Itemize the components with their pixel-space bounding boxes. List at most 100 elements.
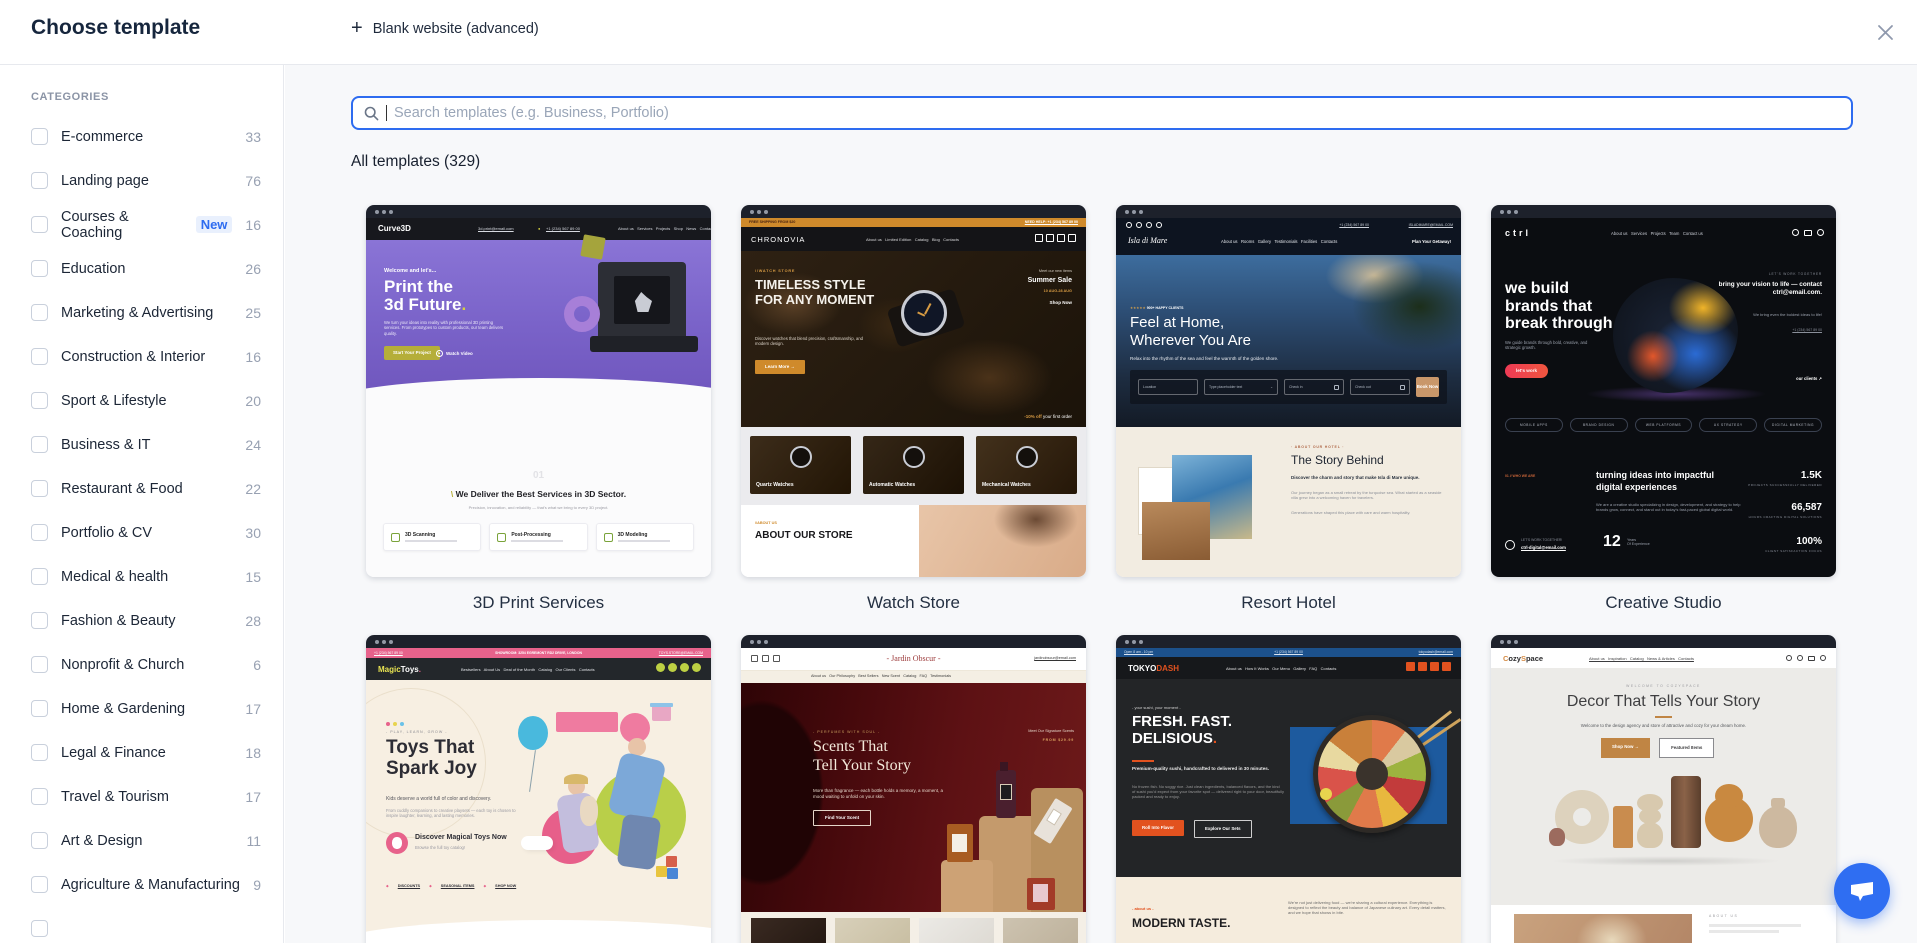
vase-shadow — [1551, 856, 1781, 866]
find-your-scent-button: Find Your Scent — [813, 810, 871, 826]
close-button[interactable] — [1871, 18, 1899, 46]
template-card-resort-hotel[interactable]: +1 (234) 567 89 00 ISLADIMARE@EMAIL.COM … — [1116, 205, 1461, 577]
template-card-magictoys[interactable]: +1 (234) 567 89 00 SHOWROOM: 3254 EGREMO… — [366, 635, 711, 943]
cylinder-vase — [1613, 806, 1633, 848]
checkbox[interactable] — [31, 216, 48, 233]
checkbox[interactable] — [31, 436, 48, 453]
sidebar-item-portfolio[interactable]: Portfolio & CV30 — [31, 524, 261, 541]
sidebar-item-sport[interactable]: Sport & Lifestyle20 — [31, 392, 261, 409]
sidebar-item-medical[interactable]: Medical & health15 — [31, 568, 261, 585]
templates-panel: Search templates (e.g. Business, Portfol… — [285, 65, 1917, 943]
chat-bubble-icon — [1848, 878, 1876, 904]
checkbox[interactable] — [31, 876, 48, 893]
sidebar-item-landing-page[interactable]: Landing page76 — [31, 172, 261, 189]
search-icon — [364, 106, 379, 121]
checkbox[interactable] — [31, 128, 48, 145]
template-card-watch-store[interactable]: FREE SHIPPING FROM $20 NEED HELP: +1 (23… — [741, 205, 1086, 577]
youtube-icon — [1430, 662, 1439, 671]
checkbox[interactable] — [31, 656, 48, 673]
search-input[interactable]: Search templates (e.g. Business, Portfol… — [351, 96, 1853, 130]
browser-bar — [1491, 205, 1836, 218]
youtube-icon — [1156, 222, 1162, 228]
type-dropdown: Type placeholder text⌄ — [1204, 379, 1278, 395]
sidebar-item-ecommerce[interactable]: E-commerce33 — [31, 128, 261, 145]
categories-heading: CATEGORIES — [31, 91, 261, 103]
browser-bar — [1491, 635, 1836, 648]
browser-bar — [1116, 205, 1461, 218]
pill-tag: UX STRATEGY — [1699, 418, 1757, 432]
browser-bar — [741, 635, 1086, 648]
sidebar-item-restaurant[interactable]: Restaurant & Food22 — [31, 480, 261, 497]
small-glossy-vase — [1549, 828, 1565, 846]
sidebar-item-legal[interactable]: Legal & Finance18 — [31, 744, 261, 761]
sidebar-item-art-design[interactable]: Art & Design11 — [31, 832, 261, 849]
sidebar-item-education[interactable]: Education26 — [31, 260, 261, 277]
twitter-icon — [1442, 662, 1451, 671]
facebook-icon — [1406, 662, 1415, 671]
toy-cta-icon — [386, 832, 408, 854]
product-thumb — [835, 918, 910, 943]
sidebar-item-construction[interactable]: Construction & Interior16 — [31, 348, 261, 365]
twitter-icon — [1136, 222, 1142, 228]
instagram-icon — [1797, 655, 1803, 661]
calendar-icon — [1400, 385, 1405, 390]
sidebar-item-nonprofit[interactable]: Nonprofit & Church6 — [31, 656, 261, 673]
checkbox[interactable] — [31, 480, 48, 497]
checkbox[interactable] — [31, 744, 48, 761]
product-thumb — [1003, 918, 1078, 943]
product-thumb — [751, 918, 826, 943]
search-placeholder: Search templates (e.g. Business, Portfol… — [394, 105, 669, 121]
checkbox[interactable] — [31, 524, 48, 541]
product-thumb — [919, 918, 994, 943]
template-card-3d-print-services[interactable]: Curve3D 3d.print@email.com ● +1 (234) 56… — [366, 205, 711, 577]
start-project-button: Start Your Project — [384, 346, 440, 360]
plus-icon: + — [351, 18, 363, 38]
calendar-icon — [1334, 385, 1339, 390]
checkbox[interactable] — [31, 832, 48, 849]
checkin-field: Check in — [1284, 379, 1344, 395]
checkout-field: Check out — [1350, 379, 1410, 395]
sidebar-item-partial[interactable] — [31, 920, 261, 937]
facebook-icon — [656, 663, 665, 672]
choose-template-dialog: { "window": { "title": "Choose template"… — [0, 0, 1917, 943]
sidebar-item-business-it[interactable]: Business & IT24 — [31, 436, 261, 453]
checkbox[interactable] — [31, 392, 48, 409]
blank-website-button[interactable]: + Blank website (advanced) — [351, 20, 539, 38]
checkbox[interactable] — [31, 612, 48, 629]
lets-work-button: let's work — [1505, 364, 1548, 378]
checkbox[interactable] — [31, 920, 48, 937]
checkbox[interactable] — [31, 700, 48, 717]
template-card-tokyodash[interactable]: Open 8 am - 10 pm +1 (234) 567 89 00 tok… — [1116, 635, 1461, 943]
template-card-cozyspace[interactable]: CozySpace About us Inspiration Catalog N… — [1491, 635, 1836, 943]
checkbox[interactable] — [31, 172, 48, 189]
checkbox[interactable] — [31, 260, 48, 277]
instagram-icon — [668, 663, 677, 672]
sidebar-item-travel[interactable]: Travel & Tourism17 — [31, 788, 261, 805]
toy-block — [656, 866, 667, 877]
sidebar-item-marketing[interactable]: Marketing & Advertising25 — [31, 304, 261, 321]
template-card-creative-studio[interactable]: ctrl About us Services Projects Team Con… — [1491, 205, 1836, 577]
browser-bar — [366, 205, 711, 218]
template-card-jardin-obscur[interactable]: - Jardin Obscur - jardinobscur@email.com… — [741, 635, 1086, 943]
template-grid: Curve3D 3d.print@email.com ● +1 (234) 56… — [366, 205, 1836, 943]
category-tile: Automatic Watches — [863, 436, 964, 494]
plush-bunny — [580, 796, 598, 826]
sidebar-item-agriculture[interactable]: Agriculture & Manufacturing9 — [31, 876, 261, 893]
pedestal — [941, 860, 993, 912]
sidebar-item-courses-coaching[interactable]: Courses & CoachingNew16 — [31, 216, 261, 233]
chevron-down-icon: ⌄ — [1270, 385, 1273, 389]
browser-bar — [741, 205, 1086, 218]
checkbox[interactable] — [31, 568, 48, 585]
sidebar-item-fashion[interactable]: Fashion & Beauty28 — [31, 612, 261, 629]
checkbox[interactable] — [31, 348, 48, 365]
sidebar-item-home-gardening[interactable]: Home & Gardening17 — [31, 700, 261, 717]
checkbox[interactable] — [31, 788, 48, 805]
checkbox[interactable] — [31, 304, 48, 321]
instagram-icon — [1046, 234, 1054, 242]
post-processing-icon — [497, 533, 506, 542]
pink-bar — [556, 712, 618, 732]
categories-sidebar: CATEGORIES E-commerce33 Landing page76 C… — [0, 65, 284, 943]
chat-widget-button[interactable] — [1834, 863, 1890, 919]
twitter-icon — [680, 663, 689, 672]
balloon — [518, 716, 548, 750]
